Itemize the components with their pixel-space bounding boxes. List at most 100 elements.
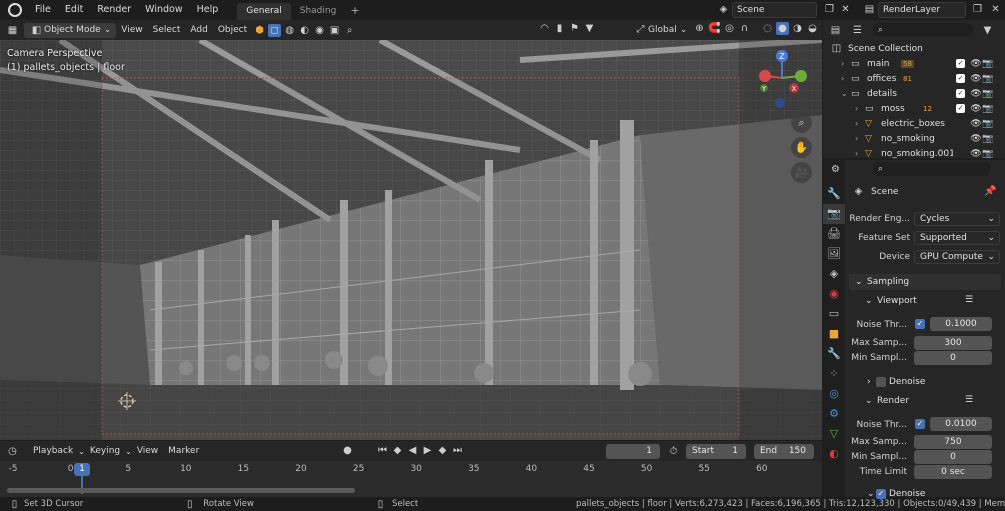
menu-marker[interactable]: Marker: [163, 444, 204, 459]
timeline-area[interactable]: -5 0 5 10 15 20 25 30 35 40 45 50 55 60 1: [0, 461, 822, 497]
camera-render-icon[interactable]: 📷: [982, 104, 994, 114]
render-tab-icon[interactable]: 📷: [823, 204, 845, 224]
eye-icon[interactable]: 👁: [970, 74, 982, 84]
end-frame-field[interactable]: End 150: [754, 444, 814, 459]
expand-arrow-icon[interactable]: ›: [841, 74, 851, 83]
menu-render[interactable]: Render: [90, 0, 138, 20]
vp-max-field[interactable]: 300: [914, 336, 992, 350]
denoise2-subpanel-header[interactable]: Denoise: [889, 489, 925, 497]
viewport-shading-material-icon[interactable]: ◑: [791, 22, 804, 35]
outliner-row[interactable]: › ▭ offices 81 ✓ 👁 📷: [823, 71, 1005, 86]
viewport-shading-wire-icon[interactable]: ◌: [761, 22, 774, 35]
camera-render-icon[interactable]: 📷: [982, 89, 994, 99]
camera-render-icon[interactable]: 📷: [982, 149, 994, 159]
physics-tab-icon[interactable]: ◎: [823, 384, 845, 404]
camera-render-icon[interactable]: 📷: [982, 74, 994, 84]
collection-tab-icon[interactable]: ▭: [823, 304, 845, 324]
r-max-field[interactable]: 750: [914, 435, 992, 449]
jump-start-icon[interactable]: ⏮: [376, 444, 389, 457]
outliner-search-input[interactable]: ⌕: [873, 23, 973, 37]
outliner-root[interactable]: ◫ Scene Collection: [829, 41, 1005, 56]
menu-file[interactable]: File: [28, 0, 58, 20]
eye-icon[interactable]: 👁: [970, 134, 982, 144]
material-preview-icon[interactable]: ◍: [283, 24, 296, 37]
r-min-field[interactable]: 0: [914, 450, 992, 464]
scene-tab-icon[interactable]: ◈: [823, 264, 845, 284]
object-tab-icon[interactable]: ■: [823, 324, 845, 344]
copy-scene-icon[interactable]: ❐: [823, 3, 836, 16]
navigation-gizmo[interactable]: Z X Y: [752, 48, 812, 108]
exclude-checkbox[interactable]: ✓: [956, 88, 965, 98]
expand-arrow-icon[interactable]: ›: [855, 104, 865, 113]
world-icon[interactable]: ◉: [313, 24, 326, 37]
view-layer-selector[interactable]: RenderLayer: [878, 2, 966, 18]
exclude-checkbox[interactable]: ✓: [956, 103, 965, 113]
search-icon[interactable]: ⌕: [343, 24, 356, 37]
3d-viewport[interactable]: Camera Perspective (1) pallets_objects |…: [0, 40, 822, 440]
expand-arrow-icon[interactable]: ›: [855, 149, 865, 158]
zoom-icon[interactable]: ⌕: [791, 112, 812, 133]
copy-layer-icon[interactable]: ❐: [971, 3, 984, 16]
menu-timeline-view[interactable]: View: [132, 444, 163, 459]
play-reverse-icon[interactable]: ◀: [406, 444, 419, 457]
eye-icon[interactable]: 👁: [970, 149, 982, 159]
vp-noise-checkbox[interactable]: ✓: [915, 319, 925, 329]
modifier-tab-icon[interactable]: 🔧: [823, 344, 845, 364]
viewport-list-icon[interactable]: ☰: [965, 295, 973, 305]
record-icon[interactable]: ●: [341, 444, 354, 457]
stopwatch-icon[interactable]: ⏱: [667, 445, 680, 458]
solid-icon[interactable]: ◻: [268, 23, 282, 37]
display-mode-icon[interactable]: ☰: [851, 24, 864, 37]
outliner-editor-icon[interactable]: ▤: [829, 24, 842, 37]
menu-add[interactable]: Add: [185, 23, 212, 38]
eye-icon[interactable]: 👁: [970, 119, 982, 129]
tab-shading[interactable]: Shading: [291, 3, 346, 20]
add-workspace-icon[interactable]: +: [345, 4, 364, 17]
pin-icon[interactable]: 📌: [984, 185, 997, 198]
menu-edit[interactable]: Edit: [58, 0, 90, 20]
proportional-icon[interactable]: ◎: [723, 22, 736, 35]
start-frame-field[interactable]: Start 1: [686, 444, 746, 459]
pan-hand-icon[interactable]: ✋: [791, 137, 812, 158]
expand-arrow-icon[interactable]: ›: [855, 119, 865, 128]
data-tab-icon[interactable]: ▽: [823, 424, 845, 444]
menu-keying[interactable]: Keying: [85, 444, 125, 459]
expand-arrow-icon[interactable]: ⌄: [841, 89, 851, 98]
denoise2-checkbox[interactable]: ✓: [876, 489, 886, 499]
vp-min-field[interactable]: 0: [914, 351, 992, 365]
shading-color-icon[interactable]: ⬢: [253, 24, 266, 37]
eye-icon[interactable]: 👁: [970, 59, 982, 69]
denoise-subpanel-header[interactable]: Denoise: [889, 377, 925, 387]
outliner-row[interactable]: › ▭ main 58 ✓ 👁 📷: [823, 56, 1005, 71]
constraints-tab-icon[interactable]: ⚙: [823, 404, 845, 424]
r-noise-checkbox[interactable]: ✓: [915, 419, 925, 429]
viewport-shading-solid-icon[interactable]: ●: [776, 22, 789, 35]
menu-help[interactable]: Help: [190, 0, 226, 20]
blender-logo-icon[interactable]: [8, 3, 22, 17]
time-limit-field[interactable]: 0 sec: [914, 465, 992, 479]
timeline-scrollbar[interactable]: [7, 488, 355, 493]
properties-search-input[interactable]: ⌕: [873, 162, 991, 176]
exclude-checkbox[interactable]: ✓: [956, 58, 965, 68]
world-tab-icon[interactable]: ◉: [823, 284, 845, 304]
camera-render-icon[interactable]: 📷: [982, 59, 994, 69]
bookmark-icon[interactable]: ▮: [553, 22, 566, 35]
render-list-icon[interactable]: ☰: [965, 395, 973, 405]
vp-noise-field[interactable]: 0.1000: [930, 317, 992, 331]
device-dropdown[interactable]: GPU Compute ⌄: [914, 250, 1000, 264]
current-frame-field[interactable]: 1: [606, 444, 660, 459]
snap-icon[interactable]: 🧲: [708, 22, 721, 35]
render-subpanel-header[interactable]: Render: [877, 396, 909, 406]
jump-end-icon[interactable]: ⏭: [451, 444, 464, 457]
eye-icon[interactable]: 👁: [970, 89, 982, 99]
view-layer-tab-icon[interactable]: 🖼: [823, 244, 845, 264]
next-keyframe-icon[interactable]: ◆: [436, 444, 449, 457]
exclude-checkbox[interactable]: ✓: [956, 73, 965, 83]
orientation-dropdown[interactable]: ⤢ Global ⌄: [628, 22, 692, 37]
output-tab-icon[interactable]: 🖨: [823, 224, 845, 244]
close-layer-icon[interactable]: ✕: [989, 3, 1002, 16]
prev-keyframe-icon[interactable]: ◆: [391, 444, 404, 457]
particles-tab-icon[interactable]: ⁘: [823, 364, 845, 384]
eye-icon[interactable]: 👁: [970, 104, 982, 114]
material-tab-icon[interactable]: ◐: [823, 444, 845, 464]
